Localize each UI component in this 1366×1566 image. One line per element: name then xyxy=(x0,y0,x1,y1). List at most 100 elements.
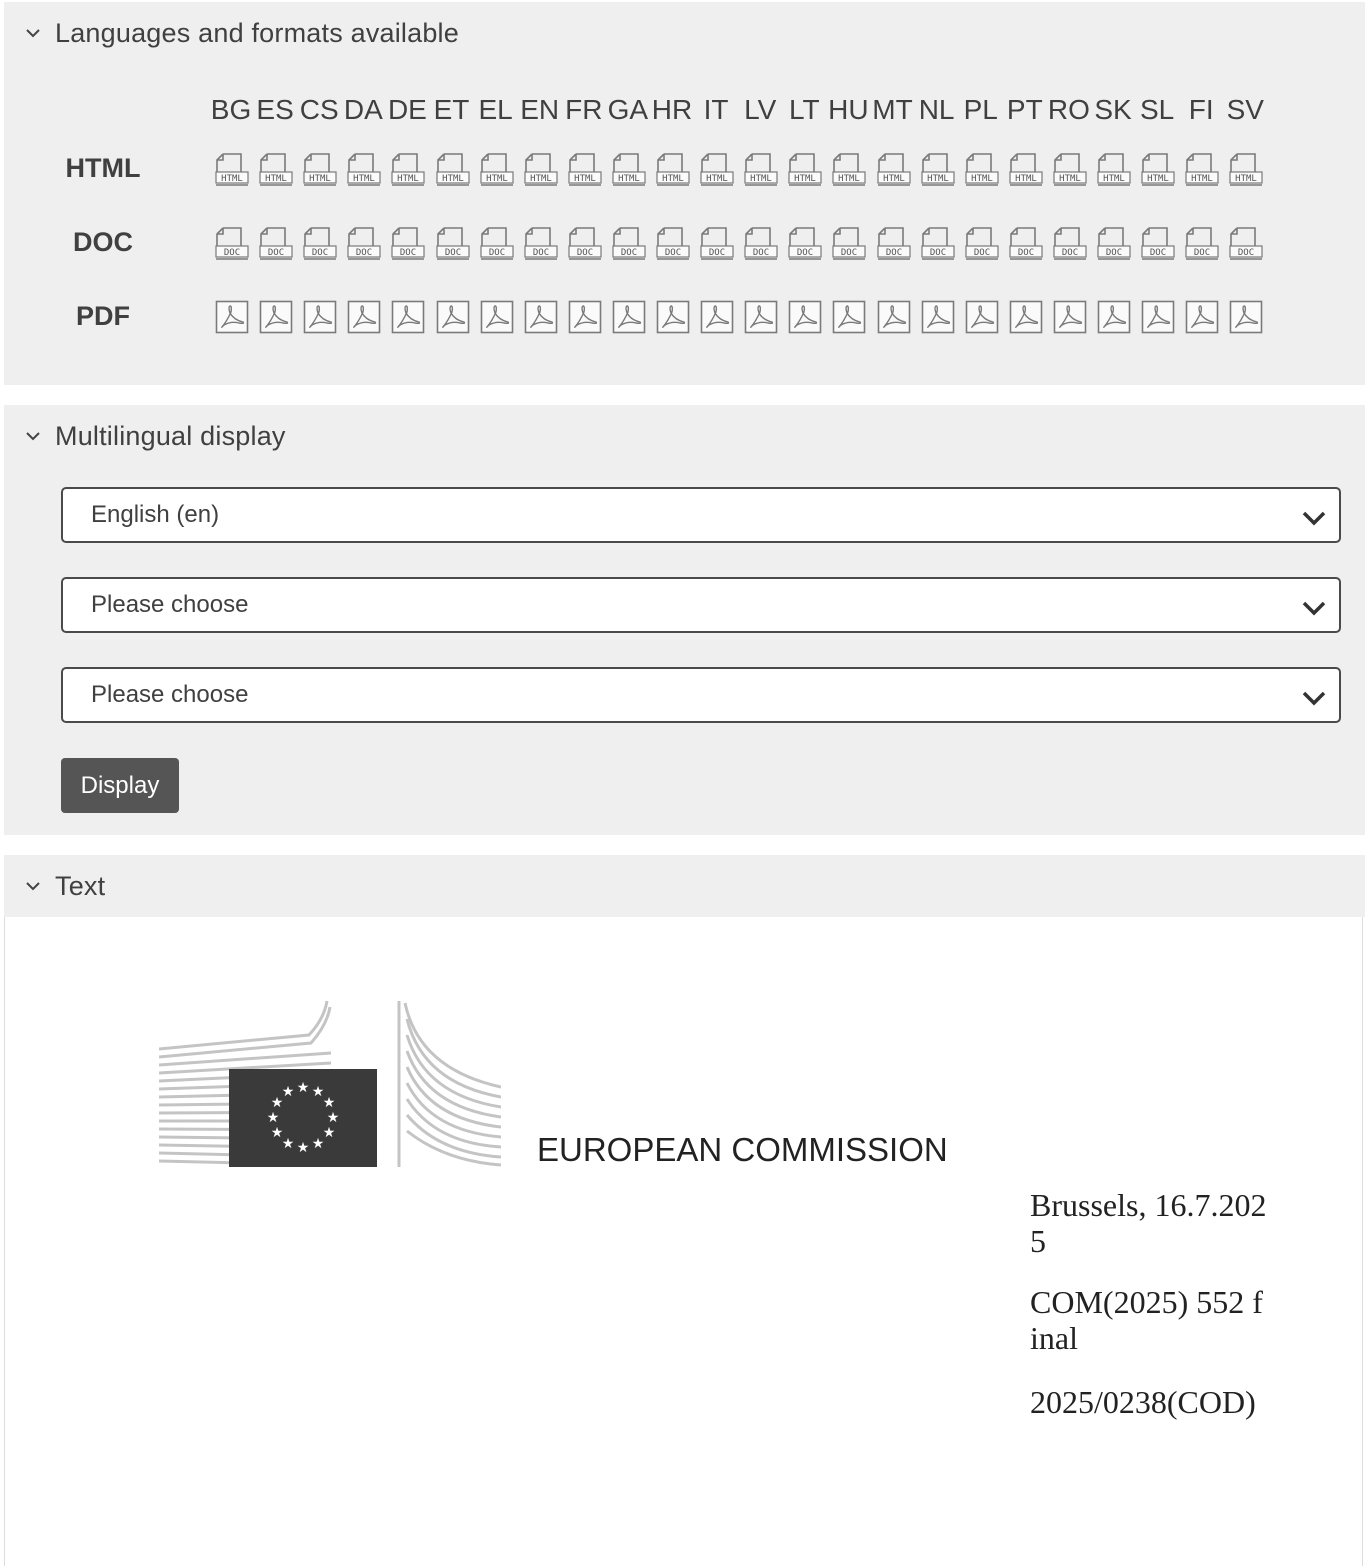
doc-file-icon[interactable]: DOC xyxy=(744,226,778,260)
format-icon-text: HTML xyxy=(883,174,905,184)
html-file-icon[interactable]: HTML xyxy=(744,152,778,186)
format-icon-text: HTML xyxy=(1147,174,1169,184)
doc-file-icon[interactable]: DOC xyxy=(524,226,558,260)
languages-formats-panel: Languages and formats available BG ES CS DA… xyxy=(4,2,1365,385)
html-file-icon[interactable]: HTML xyxy=(391,152,425,186)
doc-file-icon[interactable]: DOC xyxy=(1097,226,1131,260)
doc-file-icon[interactable]: DOC xyxy=(391,226,425,260)
svg-text:★: ★ xyxy=(297,1080,310,1096)
format-icon-text: DOC xyxy=(1018,248,1034,258)
language-code-et: ET xyxy=(433,94,470,125)
html-file-icon[interactable]: HTML xyxy=(965,152,999,186)
pdf-file-icon[interactable] xyxy=(965,300,999,334)
doc-file-icon[interactable]: DOC xyxy=(656,226,690,260)
doc-file-icon[interactable]: DOC xyxy=(259,226,293,260)
html-file-icon[interactable]: HTML xyxy=(568,152,602,186)
html-file-icon[interactable]: HTML xyxy=(1097,152,1131,186)
doc-file-icon[interactable]: DOC xyxy=(435,226,470,260)
pdf-file-icon[interactable] xyxy=(612,300,646,334)
pdf-file-icon[interactable] xyxy=(347,300,381,334)
doc-file-icon[interactable]: DOC xyxy=(788,226,822,260)
pdf-file-icon[interactable] xyxy=(877,300,911,334)
html-file-icon[interactable]: HTML xyxy=(435,152,470,186)
doc-file-icon[interactable]: DOC xyxy=(1141,226,1175,260)
html-file-icon[interactable]: HTML xyxy=(656,152,690,186)
doc-file-icon[interactable]: DOC xyxy=(832,226,866,260)
pdf-file-icon[interactable] xyxy=(259,300,293,334)
html-file-icon[interactable]: HTML xyxy=(920,152,955,186)
svg-text:★: ★ xyxy=(297,1140,310,1156)
html-file-icon[interactable]: HTML xyxy=(347,152,381,186)
pdf-file-icon[interactable] xyxy=(788,300,822,334)
display-button[interactable]: Display xyxy=(61,758,179,813)
html-file-icon[interactable]: HTML xyxy=(1009,152,1043,186)
html-file-icon[interactable]: HTML xyxy=(1229,152,1263,186)
html-file-icon[interactable]: HTML xyxy=(479,152,514,186)
text-panel-header[interactable]: Text xyxy=(4,855,1365,917)
pdf-file-icon[interactable] xyxy=(744,300,778,334)
html-file-icon[interactable]: HTML xyxy=(1141,152,1175,186)
doc-file-icon[interactable]: DOC xyxy=(215,226,249,260)
pdf-file-icon[interactable] xyxy=(921,300,955,334)
pdf-file-icon[interactable] xyxy=(1097,300,1131,334)
panel-title: Text xyxy=(55,870,106,901)
pdf-file-icon[interactable] xyxy=(832,300,866,334)
language-code-nl: NL xyxy=(918,94,955,125)
pdf-file-icon[interactable] xyxy=(1229,300,1263,334)
doc-file-icon[interactable]: DOC xyxy=(1009,226,1043,260)
pdf-file-icon[interactable] xyxy=(480,300,514,334)
html-file-icon[interactable]: HTML xyxy=(259,152,293,186)
chevron-down-icon xyxy=(26,29,40,38)
pdf-file-icon[interactable] xyxy=(1053,300,1087,334)
format-label-pdf: PDF xyxy=(76,301,130,331)
languages-formats-header[interactable]: Languages and formats available xyxy=(4,2,1365,64)
doc-file-icon[interactable]: DOC xyxy=(920,226,955,260)
html-file-icon[interactable]: HTML xyxy=(612,152,646,186)
format-icon-text: DOC xyxy=(1194,248,1210,258)
doc-file-icon[interactable]: DOC xyxy=(303,226,337,260)
doc-file-icon[interactable]: DOC xyxy=(876,226,911,260)
multilingual-display-header[interactable]: Multilingual display xyxy=(4,405,1365,467)
pdf-file-icon[interactable] xyxy=(1009,300,1043,334)
doc-file-icon[interactable]: DOC xyxy=(347,226,381,260)
html-file-icon[interactable]: HTML xyxy=(1185,152,1219,186)
procedure-number: 2025/0238(COD) xyxy=(1030,1384,1256,1420)
chevron-down-icon xyxy=(1302,511,1326,526)
html-file-icon[interactable]: HTML xyxy=(303,152,337,186)
html-file-icon[interactable]: HTML xyxy=(876,152,911,186)
doc-file-icon[interactable]: DOC xyxy=(965,226,999,260)
doc-file-icon[interactable]: DOC xyxy=(479,226,514,260)
html-file-icon[interactable]: HTML xyxy=(832,152,866,186)
svg-text:★: ★ xyxy=(327,1110,340,1126)
doc-file-icon[interactable]: DOC xyxy=(1229,226,1263,260)
html-file-icon[interactable]: HTML xyxy=(788,152,822,186)
doc-file-icon[interactable]: DOC xyxy=(1185,226,1219,260)
pdf-file-icon[interactable] xyxy=(215,300,249,334)
html-file-icon[interactable]: HTML xyxy=(524,152,558,186)
doc-file-icon[interactable]: DOC xyxy=(612,226,646,260)
doc-file-icon[interactable]: DOC xyxy=(568,226,602,260)
html-file-icon[interactable]: HTML xyxy=(700,152,734,186)
pdf-file-icon[interactable] xyxy=(656,300,690,334)
language-code-ga: GA xyxy=(607,94,649,125)
html-file-icon[interactable]: HTML xyxy=(1053,152,1087,186)
language-select-2[interactable]: Please choose xyxy=(61,577,1341,633)
doc-file-icon[interactable]: DOC xyxy=(700,226,734,260)
pdf-file-icon[interactable] xyxy=(1141,300,1175,334)
pdf-file-icon[interactable] xyxy=(436,300,470,334)
select-value: Please choose xyxy=(91,681,249,708)
doc-file-icon[interactable]: DOC xyxy=(1053,226,1087,260)
pdf-file-icon[interactable] xyxy=(1185,300,1219,334)
pdf-file-icon[interactable] xyxy=(303,300,337,334)
language-select-3[interactable]: Please choose xyxy=(61,667,1341,723)
pdf-file-icon[interactable] xyxy=(391,300,425,334)
pdf-file-icon[interactable] xyxy=(568,300,602,334)
chevron-down-icon xyxy=(1302,601,1326,616)
pdf-file-icon[interactable] xyxy=(524,300,558,334)
pdf-file-icon[interactable] xyxy=(700,300,734,334)
format-icon-text: HTML xyxy=(1015,174,1037,184)
format-icon-text: DOC xyxy=(1062,248,1078,258)
html-file-icon[interactable]: HTML xyxy=(215,152,249,186)
language-code-el: EL xyxy=(478,94,513,125)
language-select-1[interactable]: English (en) xyxy=(61,487,1341,543)
